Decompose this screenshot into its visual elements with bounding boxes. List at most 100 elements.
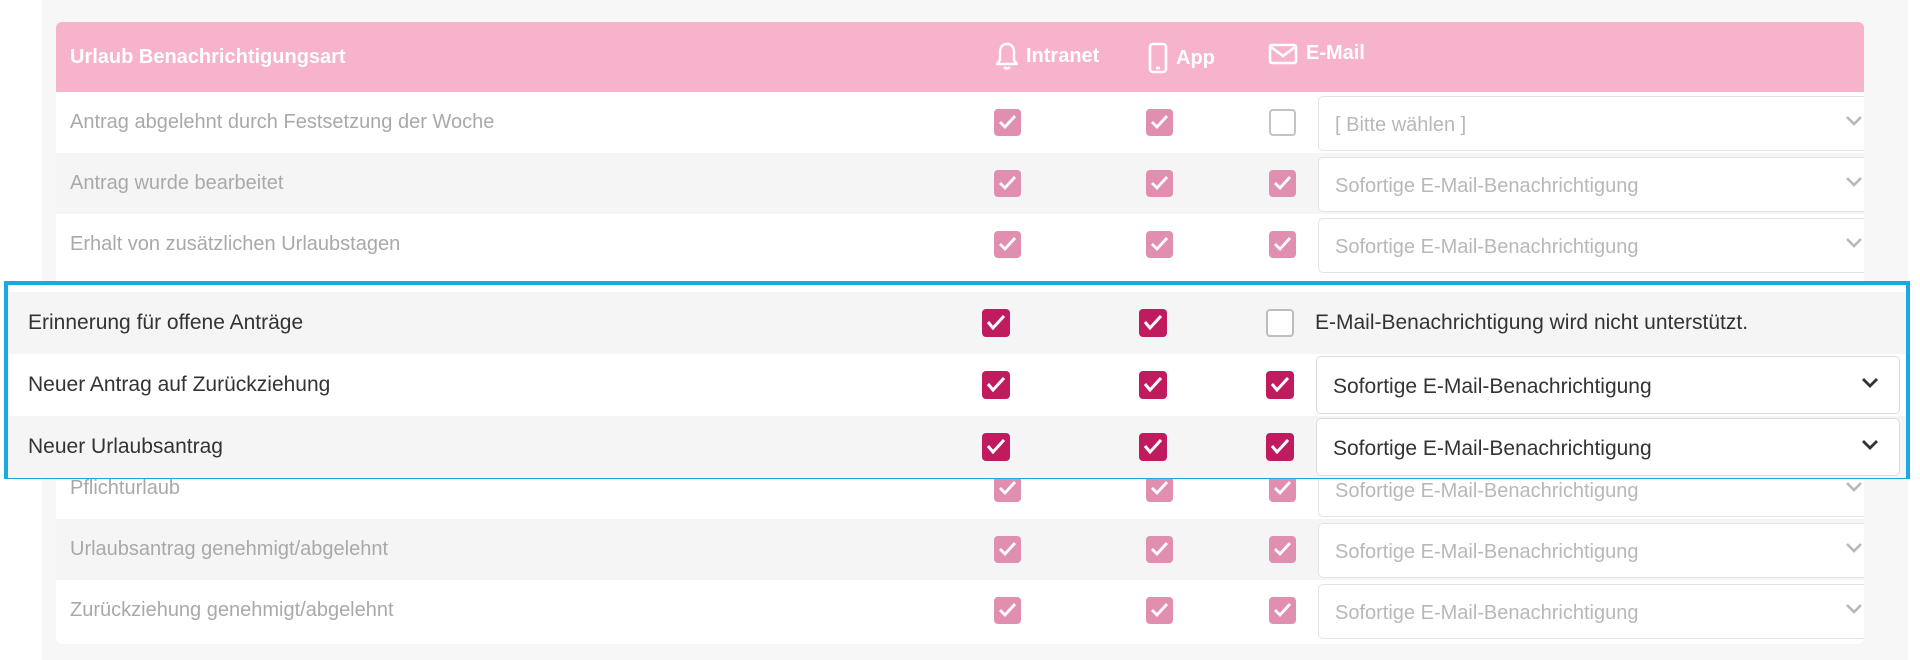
check-icon — [1274, 481, 1292, 496]
check-icon — [1151, 603, 1169, 618]
check-icon — [999, 237, 1017, 252]
table-title: Urlaub Benachrichtigungsart — [70, 46, 346, 68]
column-email: E-Mail — [1268, 42, 1365, 65]
email-checkbox[interactable] — [1266, 371, 1294, 399]
app-checkbox[interactable] — [1146, 231, 1173, 258]
table-header: Urlaub Benachrichtigungsart Intranet App… — [56, 22, 1864, 92]
check-icon — [1274, 176, 1292, 191]
email-checkbox[interactable] — [1269, 170, 1296, 197]
column-label-intranet: Intranet — [1026, 44, 1100, 67]
chevron-down-icon — [1846, 177, 1862, 187]
intranet-checkbox[interactable] — [994, 597, 1021, 624]
app-checkbox[interactable] — [1139, 433, 1167, 461]
row-label: Antrag wurde bearbeitet — [70, 172, 284, 194]
table-row: Antrag wurde bearbeitet Sofortige E-Mail… — [56, 153, 1864, 214]
app-checkbox[interactable] — [1139, 371, 1167, 399]
select-value: Sofortige E-Mail-Benachrichtigung — [1335, 236, 1639, 258]
table-row: Zurückziehung genehmigt/abgelehnt Sofort… — [56, 580, 1864, 641]
email-checkbox[interactable] — [1266, 433, 1294, 461]
app-checkbox[interactable] — [1146, 475, 1173, 502]
email-frequency-select[interactable]: Sofortige E-Mail-Benachrichtigung — [1318, 157, 1864, 212]
check-icon — [999, 481, 1017, 496]
chevron-down-icon — [1846, 482, 1862, 492]
check-icon — [1143, 314, 1163, 331]
email-checkbox[interactable] — [1266, 309, 1294, 337]
select-value: Sofortige E-Mail-Benachrichtigung — [1335, 480, 1639, 502]
chevron-down-icon — [1862, 440, 1878, 450]
intranet-checkbox[interactable] — [994, 170, 1021, 197]
intranet-checkbox[interactable] — [994, 109, 1021, 136]
email-checkbox[interactable] — [1269, 597, 1296, 624]
check-icon — [999, 603, 1017, 618]
row-label: Antrag abgelehnt durch Festsetzung der W… — [70, 111, 495, 133]
mail-icon — [1268, 43, 1298, 64]
email-frequency-select[interactable]: Sofortige E-Mail-Benachrichtigung — [1318, 523, 1864, 578]
email-checkbox[interactable] — [1269, 231, 1296, 258]
chevron-down-icon — [1846, 116, 1862, 126]
column-label-email: E-Mail — [1306, 42, 1365, 64]
check-icon — [986, 314, 1006, 331]
row-label: Neuer Urlaubsantrag — [28, 435, 223, 458]
select-value: [ Bitte wählen ] — [1335, 114, 1467, 136]
table-row: Urlaubsantrag genehmigt/abgelehnt Sofort… — [56, 519, 1864, 580]
intranet-checkbox[interactable] — [982, 309, 1010, 337]
app-checkbox[interactable] — [1146, 109, 1173, 136]
smartphone-icon — [1148, 42, 1168, 74]
check-icon — [1151, 481, 1169, 496]
check-icon — [1274, 542, 1292, 557]
email-frequency-select[interactable]: Sofortige E-Mail-Benachrichtigung — [1316, 418, 1900, 476]
table-row: Erhalt von zusätzlichen Urlaubstagen Sof… — [56, 214, 1864, 275]
check-icon — [1270, 438, 1290, 455]
check-icon — [1274, 603, 1292, 618]
email-frequency-select[interactable]: Sofortige E-Mail-Benachrichtigung — [1316, 356, 1900, 414]
highlighted-rows: Erinnerung für offene Anträge E-Mail-Ben… — [4, 281, 1910, 479]
email-frequency-select[interactable]: Sofortige E-Mail-Benachrichtigung — [1318, 584, 1864, 639]
row-label: Erhalt von zusätzlichen Urlaubstagen — [70, 233, 401, 255]
table-row: Neuer Antrag auf Zurückziehung Sofortige… — [8, 354, 1906, 416]
app-checkbox[interactable] — [1146, 170, 1173, 197]
check-icon — [1143, 438, 1163, 455]
email-frequency-select[interactable]: Sofortige E-Mail-Benachrichtigung — [1318, 218, 1864, 273]
chevron-down-icon — [1846, 604, 1862, 614]
table-row: Antrag abgelehnt durch Festsetzung der W… — [56, 92, 1864, 153]
row-label: Neuer Antrag auf Zurückziehung — [28, 373, 331, 396]
check-icon — [999, 176, 1017, 191]
app-checkbox[interactable] — [1139, 309, 1167, 337]
select-value: Sofortige E-Mail-Benachrichtigung — [1333, 437, 1652, 460]
check-icon — [1151, 542, 1169, 557]
chevron-down-icon — [1846, 238, 1862, 248]
chevron-down-icon — [1846, 543, 1862, 553]
check-icon — [1151, 237, 1169, 252]
email-unsupported-note: E-Mail-Benachrichtigung wird nicht unter… — [1315, 311, 1749, 334]
app-checkbox[interactable] — [1146, 597, 1173, 624]
check-icon — [1270, 376, 1290, 393]
select-value: Sofortige E-Mail-Benachrichtigung — [1335, 602, 1639, 624]
table-row: Neuer Urlaubsantrag Sofortige E-Mail-Ben… — [8, 416, 1906, 478]
row-label: Pflichturlaub — [70, 477, 181, 499]
row-label: Erinnerung für offene Anträge — [28, 311, 304, 334]
check-icon — [999, 115, 1017, 130]
select-value: Sofortige E-Mail-Benachrichtigung — [1333, 375, 1652, 398]
intranet-checkbox[interactable] — [994, 536, 1021, 563]
row-label: Zurückziehung genehmigt/abgelehnt — [70, 599, 394, 621]
email-checkbox[interactable] — [1269, 109, 1296, 136]
check-icon — [1143, 376, 1163, 393]
check-icon — [986, 438, 1006, 455]
check-icon — [986, 376, 1006, 393]
intranet-checkbox[interactable] — [994, 475, 1021, 502]
select-value: Sofortige E-Mail-Benachrichtigung — [1335, 541, 1639, 563]
app-checkbox[interactable] — [1146, 536, 1173, 563]
check-icon — [1151, 115, 1169, 130]
check-icon — [999, 542, 1017, 557]
check-icon — [1151, 176, 1169, 191]
row-label: Urlaubsantrag genehmigt/abgelehnt — [70, 538, 388, 560]
email-frequency-select[interactable]: [ Bitte wählen ] — [1318, 96, 1864, 151]
email-checkbox[interactable] — [1269, 536, 1296, 563]
email-checkbox[interactable] — [1269, 475, 1296, 502]
check-icon — [1274, 237, 1292, 252]
column-app: App — [1148, 42, 1215, 74]
intranet-checkbox[interactable] — [982, 433, 1010, 461]
intranet-checkbox[interactable] — [994, 231, 1021, 258]
intranet-checkbox[interactable] — [982, 371, 1010, 399]
column-label-app: App — [1176, 46, 1215, 69]
